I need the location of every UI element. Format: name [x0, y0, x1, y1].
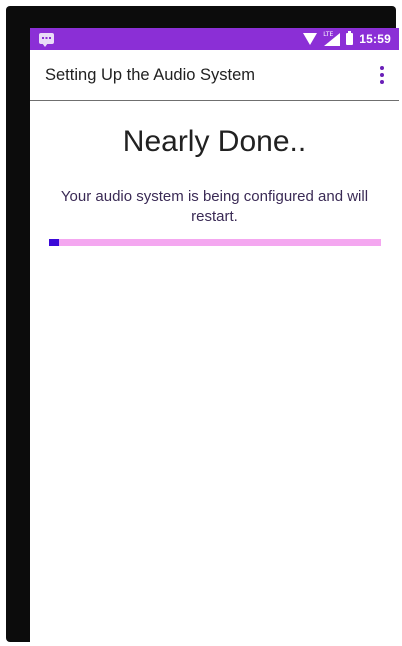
app-toolbar: Setting Up the Audio System	[30, 50, 399, 101]
device-frame: LTE 15:59 Setting Up the Audio System Ne…	[6, 6, 399, 644]
wifi-icon	[303, 33, 318, 45]
status-icons: LTE 15:59	[303, 31, 391, 47]
more-vert-icon[interactable]	[379, 66, 385, 84]
progress-bar-fill	[49, 239, 59, 246]
signal-icon: LTE	[323, 30, 341, 46]
status-message: Your audio system is being configured an…	[60, 188, 369, 225]
network-type-label: LTE	[323, 30, 334, 38]
battery-icon	[346, 31, 354, 45]
status-clock: 15:59	[359, 32, 391, 46]
status-headline: Nearly Done..	[122, 125, 307, 158]
notification-icon	[39, 33, 54, 47]
progress-bar	[49, 239, 381, 246]
status-bar: LTE 15:59	[30, 28, 399, 50]
screen: LTE 15:59 Setting Up the Audio System Ne…	[30, 28, 399, 644]
page-title: Setting Up the Audio System	[45, 66, 256, 84]
